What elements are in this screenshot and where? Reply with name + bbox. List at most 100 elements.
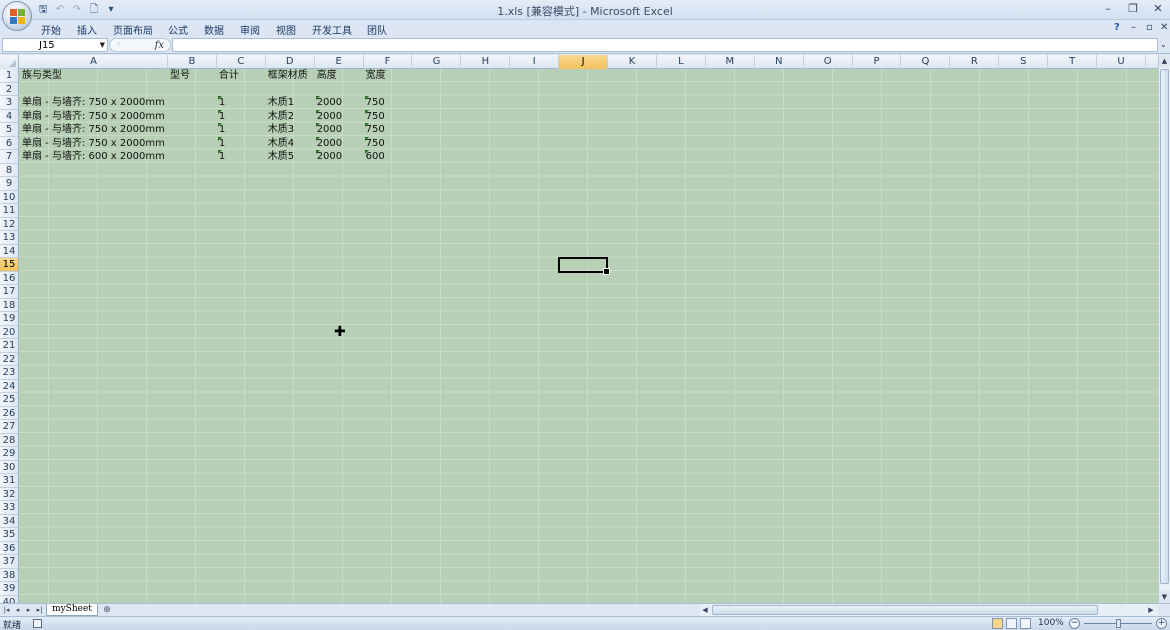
- cell-e5[interactable]: 2000: [315, 123, 342, 137]
- cell-a1[interactable]: 族与类型: [22, 69, 62, 83]
- cell-a7[interactable]: 单扇 - 与墙齐: 600 x 2000mm: [22, 150, 165, 164]
- column-header-j[interactable]: J: [559, 55, 609, 69]
- cell-f7[interactable]: 600: [364, 150, 385, 164]
- column-header-d[interactable]: D: [266, 55, 315, 69]
- row-header-21[interactable]: 21: [0, 339, 18, 353]
- cell-a3[interactable]: 单扇 - 与墙齐: 750 x 2000mm: [22, 96, 165, 110]
- cell-a6[interactable]: 单扇 - 与墙齐: 750 x 2000mm: [22, 137, 165, 151]
- scroll-left-icon[interactable]: ◀: [700, 604, 710, 616]
- doc-minimize-button[interactable]: –: [1131, 22, 1136, 33]
- cells-area[interactable]: 族与类型 型号 合计 框架材质 高度 宽度 单扇 - 与墙齐: 750 x 2000mm 1 木…: [20, 69, 1158, 603]
- tab-team[interactable]: 团队: [367, 22, 387, 37]
- name-box[interactable]: J15 ▼: [2, 38, 108, 52]
- row-header-36[interactable]: 36: [0, 542, 18, 555]
- cell-f6[interactable]: 750: [364, 136, 385, 151]
- row-header-7[interactable]: 7: [0, 150, 18, 164]
- tab-home[interactable]: 开始: [41, 22, 61, 37]
- zoom-out-icon[interactable]: −: [1069, 618, 1080, 629]
- next-sheet-icon[interactable]: ▸: [24, 604, 33, 616]
- row-header-6[interactable]: 6: [0, 137, 18, 150]
- row-header-26[interactable]: 26: [0, 407, 18, 420]
- column-header-k[interactable]: K: [608, 55, 657, 69]
- chevron-down-icon[interactable]: ▼: [100, 39, 105, 52]
- row-header-3[interactable]: 3: [0, 96, 18, 110]
- tab-page-layout[interactable]: 页面布局: [113, 22, 153, 37]
- cell-d1[interactable]: 框架材质: [268, 69, 308, 83]
- tab-view[interactable]: 视图: [276, 22, 296, 37]
- column-header-u[interactable]: U: [1097, 55, 1146, 69]
- minimize-button[interactable]: –: [1101, 2, 1115, 15]
- cell-c7[interactable]: 1: [217, 150, 225, 164]
- row-header-14[interactable]: 14: [0, 245, 18, 258]
- row-header-10[interactable]: 10: [0, 191, 18, 204]
- prev-sheet-icon[interactable]: ◂: [13, 604, 22, 616]
- column-header-c[interactable]: C: [217, 55, 266, 69]
- scroll-down-icon[interactable]: ▼: [1159, 591, 1170, 603]
- close-button[interactable]: ✕: [1151, 2, 1165, 15]
- column-header-l[interactable]: L: [657, 55, 706, 69]
- row-header-2[interactable]: 2: [0, 83, 18, 96]
- expand-formula-bar-icon[interactable]: ⌄: [1160, 38, 1170, 52]
- cell-c5[interactable]: 1: [217, 123, 225, 137]
- row-header-39[interactable]: 39: [0, 582, 18, 596]
- insert-sheet-icon[interactable]: ⊕: [98, 604, 116, 616]
- tab-formulas[interactable]: 公式: [168, 22, 188, 37]
- row-header-32[interactable]: 32: [0, 488, 18, 501]
- first-sheet-icon[interactable]: |◂: [2, 604, 11, 616]
- row-header-23[interactable]: 23: [0, 366, 18, 380]
- cell-e3[interactable]: 2000: [315, 96, 342, 110]
- cell-a5[interactable]: 单扇 - 与墙齐: 750 x 2000mm: [22, 123, 165, 137]
- cell-f1[interactable]: 宽度: [366, 69, 386, 83]
- row-header-25[interactable]: 25: [0, 393, 18, 407]
- cell-e6[interactable]: 2000: [315, 136, 342, 151]
- row-header-13[interactable]: 13: [0, 231, 18, 245]
- last-sheet-icon[interactable]: ▸|: [35, 604, 44, 616]
- restore-button[interactable]: ❐: [1126, 2, 1140, 15]
- cell-c1[interactable]: 合计: [219, 69, 239, 83]
- row-header-22[interactable]: 22: [0, 353, 18, 366]
- cell-e1[interactable]: 高度: [317, 69, 337, 83]
- row-header-12[interactable]: 12: [0, 218, 18, 231]
- cell-c6[interactable]: 1: [217, 136, 225, 151]
- help-icon[interactable]: ?: [1114, 22, 1120, 33]
- row-header-8[interactable]: 8: [0, 164, 18, 177]
- row-header-15[interactable]: 15: [0, 258, 18, 272]
- cell-f5[interactable]: 750: [364, 123, 385, 137]
- sheet-tab-mysheet[interactable]: mySheet: [46, 604, 98, 616]
- row-header-28[interactable]: 28: [0, 434, 18, 447]
- tab-developer[interactable]: 开发工具: [312, 22, 352, 37]
- column-header-g[interactable]: G: [413, 55, 462, 69]
- column-header-t[interactable]: T: [1048, 55, 1098, 69]
- tab-data[interactable]: 数据: [204, 22, 224, 37]
- cell-f4[interactable]: 750: [364, 109, 385, 124]
- row-header-9[interactable]: 9: [0, 177, 18, 191]
- column-header-o[interactable]: O: [804, 55, 853, 69]
- tab-insert[interactable]: 插入: [77, 22, 97, 37]
- column-header-q[interactable]: Q: [902, 55, 951, 69]
- row-header-40[interactable]: 40: [0, 596, 18, 604]
- row-header-33[interactable]: 33: [0, 501, 18, 515]
- row-header-4[interactable]: 4: [0, 110, 18, 123]
- office-button[interactable]: [2, 1, 32, 31]
- cell-f3[interactable]: 750: [364, 96, 385, 110]
- cell-d3[interactable]: 木质1: [268, 96, 294, 110]
- active-cell-selection[interactable]: [558, 257, 610, 274]
- zoom-slider-thumb[interactable]: [1116, 619, 1121, 628]
- row-header-34[interactable]: 34: [0, 515, 18, 528]
- cell-d7[interactable]: 木质5: [268, 150, 294, 164]
- scroll-right-icon[interactable]: ▶: [1146, 604, 1156, 616]
- worksheet-grid[interactable]: ABCDEFGHIJKLMNOPQRSTU 1 2 3 4 5 6 7 8 9 10 11 12 13 1…: [0, 55, 1158, 603]
- row-header-24[interactable]: 24: [0, 380, 18, 393]
- vertical-scroll-thumb[interactable]: [1160, 69, 1169, 584]
- row-header-27[interactable]: 27: [0, 420, 18, 434]
- doc-restore-button[interactable]: ▫: [1146, 22, 1153, 33]
- cell-c4[interactable]: 1: [217, 109, 225, 124]
- doc-close-button[interactable]: ✕: [1160, 22, 1168, 33]
- row-header-19[interactable]: 19: [0, 312, 18, 326]
- cell-d6[interactable]: 木质4: [268, 137, 294, 151]
- cell-e4[interactable]: 2000: [315, 109, 342, 124]
- row-header-30[interactable]: 30: [0, 461, 18, 474]
- row-header-29[interactable]: 29: [0, 447, 18, 461]
- column-header-r[interactable]: R: [950, 55, 1000, 69]
- horizontal-scrollbar[interactable]: ◀ ▶: [700, 604, 1158, 616]
